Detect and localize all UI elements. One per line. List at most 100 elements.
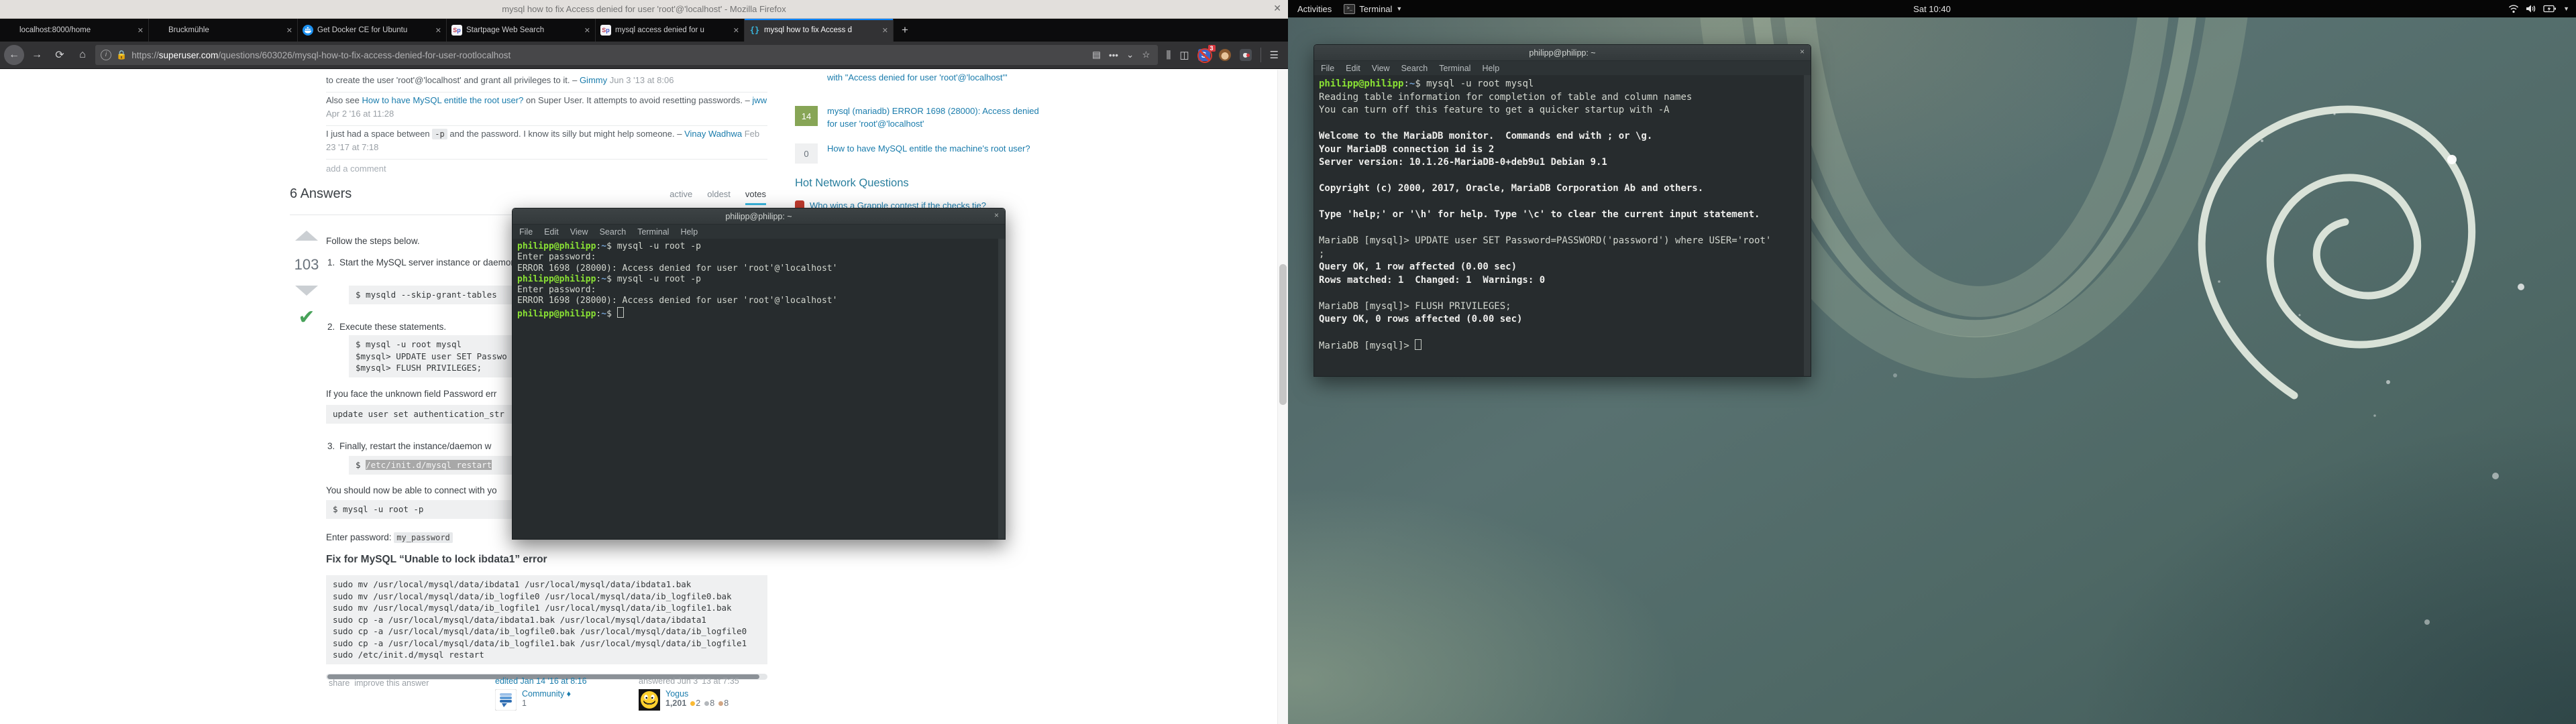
scrollbar-thumb[interactable] [1279,264,1287,405]
menu-help[interactable]: Help [1482,64,1499,73]
author-name[interactable]: Yogus [665,689,688,699]
greasemonkey-icon[interactable] [1219,49,1231,61]
vote-count: 103 [291,256,322,274]
menu-file[interactable]: File [1321,64,1334,73]
related-question[interactable]: 0How to have MySQL entitle the machine's… [795,142,1051,155]
tab-label: localhost:8000/home [19,26,132,34]
tab-label: mysql access denied for u [615,26,728,34]
home-button[interactable]: ⌂ [72,45,93,65]
pocket-icon[interactable]: ⌄ [1126,50,1134,60]
comment-link[interactable]: How to have MySQL entitle the root user? [362,95,523,105]
menu-view[interactable]: View [1372,64,1390,73]
menu-terminal[interactable]: Terminal [1439,64,1470,73]
comment-date: Apr 2 '16 at 11:28 [326,109,394,119]
terminal-titlebar[interactable]: philipp@philipp: ~× [513,208,1005,225]
browser-tab[interactable]: SpStartpage Web Search✕ [447,19,596,42]
tab-active[interactable]: active [669,189,692,205]
comment-date: Jun 3 '13 at 8:06 [610,75,674,85]
gnome-top-bar: Activities >_ Terminal ▼ Sat 10:40 ▼ [1288,0,2576,17]
author-avatar[interactable] [639,689,660,711]
edited-signature: edited Jan 14 '16 at 8:16 Community ♦1 [495,676,587,711]
window-titlebar[interactable]: mysql how to fix Access denied for user … [0,0,1288,19]
page-info-icon[interactable]: i [101,50,111,60]
terminal-output[interactable]: philipp@philipp:~$ mysql -u root -pEnter… [513,239,1005,540]
menu-edit[interactable]: Edit [544,227,559,237]
floating-terminal-window[interactable]: philipp@philipp: ~× File Edit View Search Ter… [512,208,1006,540]
menu-view[interactable]: View [570,227,588,237]
menu-edit[interactable]: Edit [1346,64,1360,73]
improve-link[interactable]: improve this answer [354,678,429,688]
clock[interactable]: Sat 10:40 [1288,4,2576,14]
badge-count: 2 [696,699,700,708]
terminal-title: philipp@philipp: ~ [1529,48,1595,58]
privacy-badger-icon[interactable] [1240,49,1252,61]
menu-hamburger-icon[interactable]: ☰ [1270,49,1279,61]
comment-user-link[interactable]: Vinay Wadhwa [684,129,742,139]
terminal-close-icon[interactable]: × [1800,47,1805,56]
bookmark-star-icon[interactable]: ☆ [1142,50,1150,60]
browser-tab[interactable]: Bruckmühle✕ [149,19,298,42]
tab-close-icon[interactable]: ✕ [285,26,292,35]
vote-up-button[interactable] [291,231,322,241]
tab-close-icon[interactable]: ✕ [732,26,739,35]
terminal-scrollbar[interactable] [1804,75,1811,377]
sidebar-icon[interactable]: ◫ [1179,49,1189,61]
community-name[interactable]: Community ♦ [522,689,571,699]
wifi-icon [2508,4,2519,13]
community-rep: 1 [522,699,527,708]
noscript-icon[interactable]: S3 [1198,49,1210,61]
window-close-icon[interactable]: ✕ [1273,3,1281,14]
library-icon[interactable]: ⫼ [1166,50,1171,61]
related-question[interactable]: 14mysql (mariadb) ERROR 1698 (28000): Ac… [795,105,1051,130]
tab-label: Get Docker CE for Ubuntu [317,26,430,34]
url-text[interactable]: https://superuser.com/questions/603026/m… [131,50,1087,60]
browser-tab[interactable]: localhost:8000/home ✕ [0,19,149,42]
new-tab-button[interactable]: + [894,19,916,42]
terminal-scrollbar[interactable] [998,239,1005,540]
related-question-link[interactable]: mysql (mariadb) ERROR 1698 (28000): Acce… [827,105,1051,130]
tab-close-icon[interactable]: ✕ [434,26,441,35]
reader-mode-icon[interactable]: ▤ [1092,50,1101,60]
code-fix-ibdata1: sudo mv /usr/local/mysql/data/ibdata1 /u… [326,575,767,664]
comment: to create the user 'root'@'localhost' an… [326,74,767,87]
edited-link[interactable]: edited Jan 14 '16 at 8:16 [495,676,587,686]
menu-help[interactable]: Help [680,227,698,237]
https-lock-icon: 🔒 [116,50,127,60]
terminal-close-icon[interactable]: × [994,210,999,220]
share-link[interactable]: share [329,678,350,688]
tab-close-icon[interactable]: ✕ [136,26,144,35]
terminal-window[interactable]: philipp@philipp: ~ × File Edit View Search Ter… [1313,44,1811,377]
comment-user-link[interactable]: jww [752,95,767,105]
bronze-badge-icon [718,701,723,706]
menu-search[interactable]: Search [600,227,627,237]
browser-tab[interactable]: Spmysql access denied for u✕ [596,19,745,42]
reload-button[interactable]: ⟳ [50,45,70,65]
menu-search[interactable]: Search [1401,64,1428,73]
menu-terminal[interactable]: Terminal [637,227,669,237]
terminal-output[interactable]: philipp@philipp:~$ mysql -u root mysqlRe… [1314,75,1811,377]
system-status-area[interactable]: ▼ [2508,4,2569,13]
tab-oldest[interactable]: oldest [707,189,731,205]
community-avatar[interactable] [495,689,517,711]
tab-close-icon[interactable]: ✕ [881,26,888,35]
related-question-link[interactable]: with "Access denied for user 'root'@'loc… [827,71,1051,84]
add-comment-link[interactable]: add a comment [326,164,386,174]
menu-file[interactable]: File [519,227,533,237]
browser-tab[interactable]: {}mysql how to fix Access d✕ [745,19,894,42]
back-button[interactable]: ← [4,45,24,65]
url-bar[interactable]: i 🔒 https://superuser.com/questions/6030… [95,45,1158,65]
comment-text: -p [432,129,447,139]
selected-text: /etc/init.d/mysql restart [366,460,492,470]
terminal-titlebar[interactable]: philipp@philipp: ~ × [1314,45,1811,61]
comment-user-link[interactable]: Gimmy [580,75,607,85]
comment-text: to create the user 'root'@'localhost' an… [326,75,580,85]
page-scrollbar[interactable] [1277,70,1288,724]
tab-votes[interactable]: votes [745,189,766,205]
forward-button[interactable]: → [27,45,47,65]
page-actions-icon[interactable]: ••• [1109,50,1118,60]
browser-tab[interactable]: Get Docker CE for Ubuntu ✕ [298,19,447,42]
related-question[interactable]: with "Access denied for user 'root'@'loc… [795,71,1051,84]
tab-close-icon[interactable]: ✕ [583,26,590,35]
vote-down-button[interactable] [291,286,322,296]
related-question-link[interactable]: How to have MySQL entitle the machine's … [827,142,1051,155]
